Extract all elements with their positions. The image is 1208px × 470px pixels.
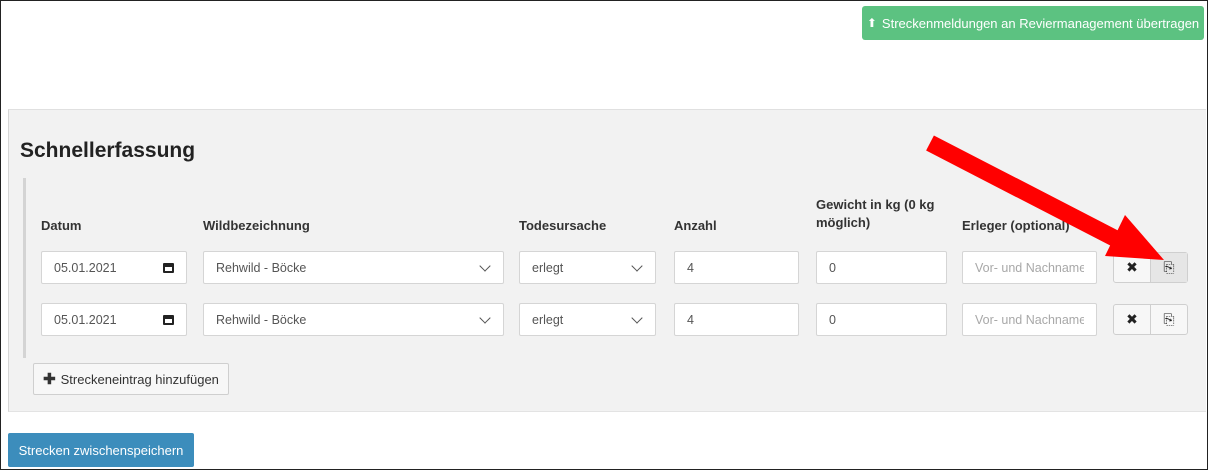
wildbezeichnung-value: Rehwild - Böcke	[216, 260, 307, 275]
calendar-icon[interactable]	[163, 262, 174, 273]
header-datum: Datum	[41, 218, 82, 233]
wildbezeichnung-value: Rehwild - Böcke	[216, 312, 307, 327]
header-gewicht-line1: Gewicht in kg (0 kg	[816, 197, 935, 212]
todesursache-select[interactable]: erlegt	[519, 251, 656, 284]
add-entry-label: Streckeneintrag hinzufügen	[60, 371, 219, 387]
header-erleger: Erleger (optional)	[962, 218, 1070, 233]
save-draft-label: Strecken zwischenspeichern	[18, 442, 184, 458]
header-todesursache: Todesursache	[519, 218, 607, 233]
upload-button-label: Streckenmeldungen an Reviermanagement üb…	[881, 15, 1200, 31]
duplicate-row-button[interactable]: ⎘	[1150, 253, 1187, 282]
header-anzahl: Anzahl	[674, 218, 717, 233]
date-value: 05.01.2021	[54, 260, 117, 275]
anzahl-value: 4	[687, 260, 694, 275]
todesursache-value: erlegt	[532, 312, 564, 327]
close-icon: ✖	[1126, 259, 1138, 275]
delete-row-button[interactable]: ✖	[1114, 305, 1150, 334]
close-icon: ✖	[1126, 311, 1138, 327]
erleger-input[interactable]: Vor- und Nachname	[962, 303, 1097, 336]
duplicate-row-button[interactable]: ⎘	[1150, 305, 1187, 334]
copy-icon: ⎘	[1163, 259, 1175, 275]
wildbezeichnung-select[interactable]: Rehwild - Böcke	[203, 251, 504, 284]
erleger-input[interactable]: Vor- und Nachname	[962, 251, 1097, 284]
erleger-placeholder: Vor- und Nachname	[975, 312, 1084, 327]
todesursache-select[interactable]: erlegt	[519, 303, 656, 336]
erleger-placeholder: Vor- und Nachname	[975, 260, 1084, 275]
gewicht-value: 0	[829, 260, 836, 275]
anzahl-input[interactable]: 4	[674, 303, 799, 336]
header-wildbezeichnung: Wildbezeichnung	[203, 218, 310, 233]
chevron-down-icon	[631, 311, 643, 324]
save-draft-button[interactable]: Strecken zwischenspeichern	[8, 433, 194, 467]
copy-icon: ⎘	[1163, 311, 1175, 327]
date-input[interactable]: 05.01.2021	[41, 251, 187, 284]
gewicht-value: 0	[829, 312, 836, 327]
calendar-icon[interactable]	[163, 314, 174, 325]
chevron-down-icon	[479, 311, 491, 324]
delete-row-button[interactable]: ✖	[1114, 253, 1150, 282]
gewicht-input[interactable]: 0	[816, 251, 947, 284]
plus-icon: ✚	[43, 371, 56, 388]
header-gewicht: Gewicht in kg (0 kg möglich)	[816, 197, 934, 231]
add-entry-button[interactable]: ✚ Streckeneintrag hinzufügen	[33, 363, 229, 395]
anzahl-value: 4	[687, 312, 694, 327]
panel-title: Schnellerfassung	[20, 139, 196, 162]
chevron-down-icon	[631, 259, 643, 272]
header-gewicht-line2: möglich)	[816, 215, 871, 230]
upload-to-reviermanagement-button[interactable]: ⬆ Streckenmeldungen an Reviermanagement …	[862, 6, 1204, 40]
row-actions: ✖ ⎘	[1113, 304, 1188, 335]
gewicht-input[interactable]: 0	[816, 303, 947, 336]
todesursache-value: erlegt	[532, 260, 564, 275]
date-input[interactable]: 05.01.2021	[41, 303, 187, 336]
chevron-down-icon	[479, 259, 491, 272]
row-actions: ✖ ⎘	[1113, 252, 1188, 283]
anzahl-input[interactable]: 4	[674, 251, 799, 284]
date-value: 05.01.2021	[54, 312, 117, 327]
upload-icon: ⬆	[866, 16, 877, 30]
wildbezeichnung-select[interactable]: Rehwild - Böcke	[203, 303, 504, 336]
